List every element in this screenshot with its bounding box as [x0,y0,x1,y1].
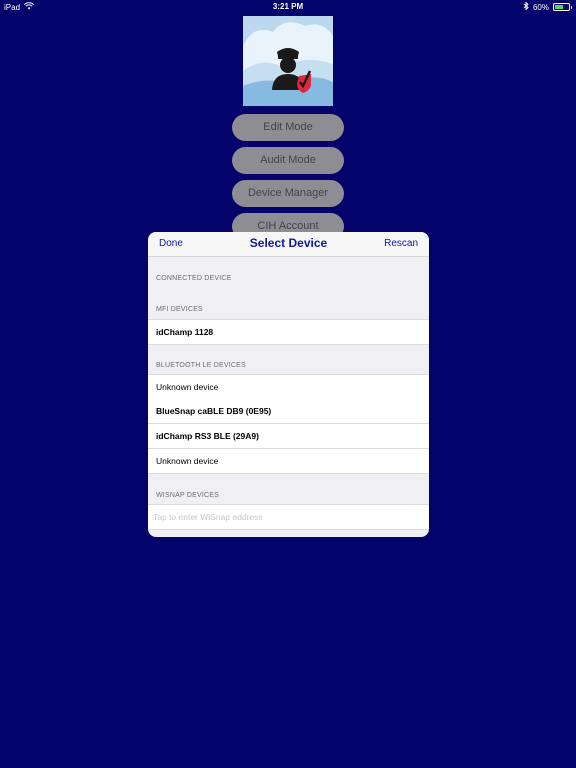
app-logo [243,16,333,106]
wisnap-address-field[interactable]: Tap to enter WiSnap address [148,504,429,530]
officer-checkmark-logo [243,16,333,106]
battery-icon [553,3,572,11]
battery-fill [555,5,563,9]
device-manager-button[interactable]: Device Manager [232,180,344,207]
ble-device-item[interactable]: idChamp RS3 BLE (29A9) [148,424,429,449]
status-bar: iPad 3:21 PM 60% [0,0,576,14]
modal-navbar: Done Select Device Rescan [148,232,429,257]
rescan-button[interactable]: Rescan [384,238,418,249]
select-device-modal: Done Select Device Rescan CONNECTED DEVI… [148,232,429,537]
bluetooth-icon [523,1,529,12]
audit-mode-button[interactable]: Audit Mode [232,147,344,174]
status-right: 60% [523,1,572,12]
ble-device-item[interactable]: BlueSnap caBLE DB9 (0E95) [148,399,429,424]
mfi-devices-header: MFI DEVICES [156,306,203,313]
device-name: Unknown device [156,456,219,466]
device-name: Unknown device [156,382,219,392]
device-name: idChamp 1128 [156,327,214,337]
wisnap-placeholder[interactable]: Tap to enter WiSnap address [153,505,263,529]
connected-device-header: CONNECTED DEVICE [156,275,232,282]
ble-device-item[interactable]: Unknown device [148,374,429,400]
wisnap-devices-header: WISNAP DEVICES [156,492,219,499]
ble-device-item[interactable]: Unknown device [148,449,429,474]
device-name: idChamp RS3 BLE (29A9) [156,431,259,441]
clock: 3:21 PM [272,2,304,11]
mfi-device-item[interactable]: idChamp 1128 [148,319,429,345]
battery-percent: 60% [532,2,549,12]
bluetooth-le-header: BLUETOOTH LE DEVICES [156,362,246,369]
edit-mode-button[interactable]: Edit Mode [232,114,344,141]
device-name: BlueSnap caBLE DB9 (0E95) [156,406,272,416]
